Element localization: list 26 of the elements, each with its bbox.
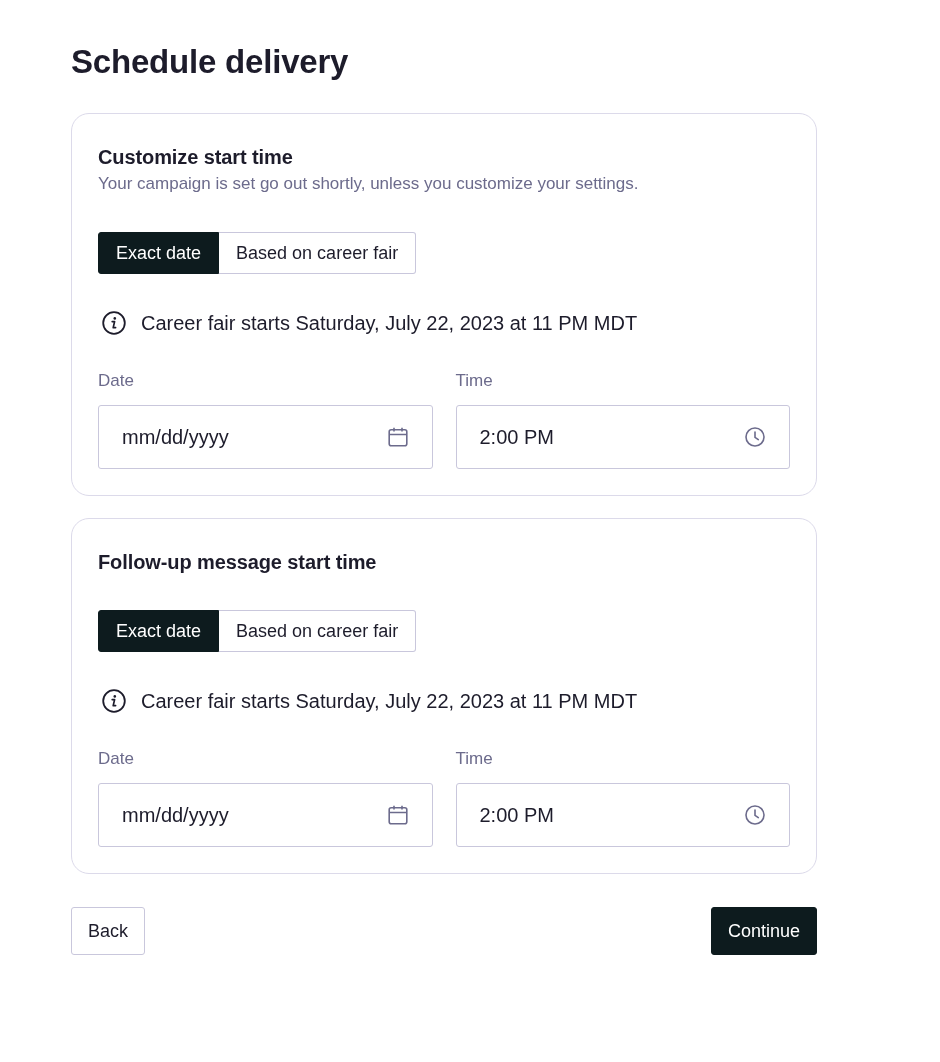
calendar-icon (387, 805, 408, 825)
field-label: Time (455, 371, 494, 391)
date-field[interactable]: mm/dd/yyyy (98, 783, 433, 847)
date-field[interactable]: mm/dd/yyyy (98, 405, 433, 469)
section-description: Your campaign is set go out shortly, unless you customize your settings. (98, 173, 640, 195)
clock-icon (745, 805, 765, 825)
segment-tab[interactable]: Exact date (98, 610, 220, 652)
section-heading: Customize start time (98, 145, 294, 169)
clock-icon (745, 427, 765, 447)
back-button[interactable]: Back (71, 907, 146, 955)
info-text: Career fair starts Saturday, July 22, 2023 at 11 PM MDT (141, 689, 638, 714)
segment-tab[interactable]: Exact date (98, 232, 220, 274)
info-icon (102, 311, 126, 335)
page-title: Schedule delivery (71, 42, 350, 82)
segment-tab[interactable]: Based on career fair (219, 232, 417, 274)
section-heading: Follow-up message start time (98, 550, 378, 574)
info-text: Career fair starts Saturday, July 22, 2023 at 11 PM MDT (141, 311, 638, 336)
field-label: Date (98, 749, 135, 769)
field-label: Date (98, 371, 135, 391)
segment-tab[interactable]: Based on career fair (219, 610, 417, 652)
info-icon (102, 689, 126, 713)
time-field[interactable]: 2:00 PM (455, 405, 790, 469)
calendar-icon (387, 427, 408, 447)
continue-button[interactable]: Continue (710, 907, 817, 955)
field-label: Time (455, 749, 494, 769)
time-field[interactable]: 2:00 PM (455, 783, 790, 847)
